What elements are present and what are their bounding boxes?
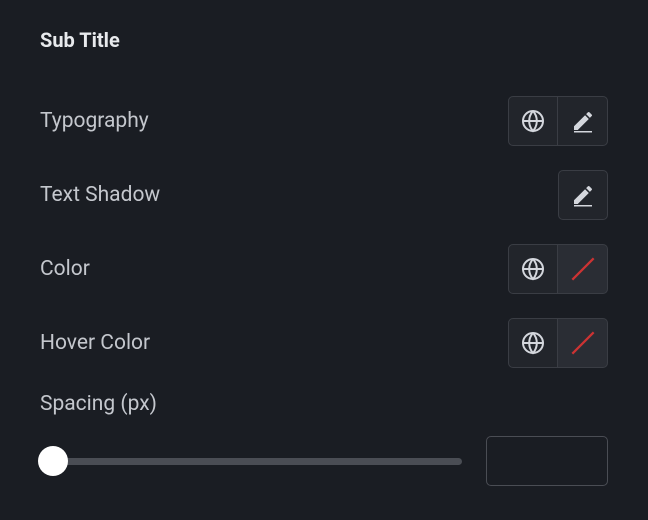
textshadow-edit-button[interactable] bbox=[558, 170, 608, 220]
spacing-slider[interactable] bbox=[40, 446, 462, 476]
spacing-slider-row bbox=[24, 420, 624, 502]
textshadow-label: Text Shadow bbox=[40, 183, 160, 207]
no-color-icon bbox=[567, 253, 599, 285]
no-color-icon bbox=[567, 327, 599, 359]
color-row: Color bbox=[24, 232, 624, 306]
pencil-icon bbox=[571, 109, 595, 133]
color-controls bbox=[508, 244, 608, 294]
hovercolor-global-button[interactable] bbox=[508, 318, 558, 368]
spacing-input[interactable] bbox=[486, 436, 608, 486]
textshadow-row: Text Shadow bbox=[24, 158, 624, 232]
typography-label: Typography bbox=[40, 109, 149, 133]
typography-row: Typography bbox=[24, 84, 624, 158]
spacing-label: Spacing (px) bbox=[40, 392, 157, 416]
section-title: Sub Title bbox=[24, 28, 624, 52]
spacing-row: Spacing (px) bbox=[24, 380, 624, 420]
slider-track bbox=[40, 458, 462, 465]
hovercolor-row: Hover Color bbox=[24, 306, 624, 380]
slider-thumb[interactable] bbox=[38, 446, 68, 476]
typography-edit-button[interactable] bbox=[558, 96, 608, 146]
color-label: Color bbox=[40, 257, 90, 281]
globe-icon bbox=[521, 257, 545, 281]
hovercolor-controls bbox=[508, 318, 608, 368]
hovercolor-label: Hover Color bbox=[40, 331, 150, 355]
color-swatch[interactable] bbox=[558, 244, 608, 294]
hovercolor-swatch[interactable] bbox=[558, 318, 608, 368]
globe-icon bbox=[521, 109, 545, 133]
textshadow-controls bbox=[558, 170, 608, 220]
globe-icon bbox=[521, 331, 545, 355]
color-global-button[interactable] bbox=[508, 244, 558, 294]
pencil-icon bbox=[571, 183, 595, 207]
typography-global-button[interactable] bbox=[508, 96, 558, 146]
typography-controls bbox=[508, 96, 608, 146]
